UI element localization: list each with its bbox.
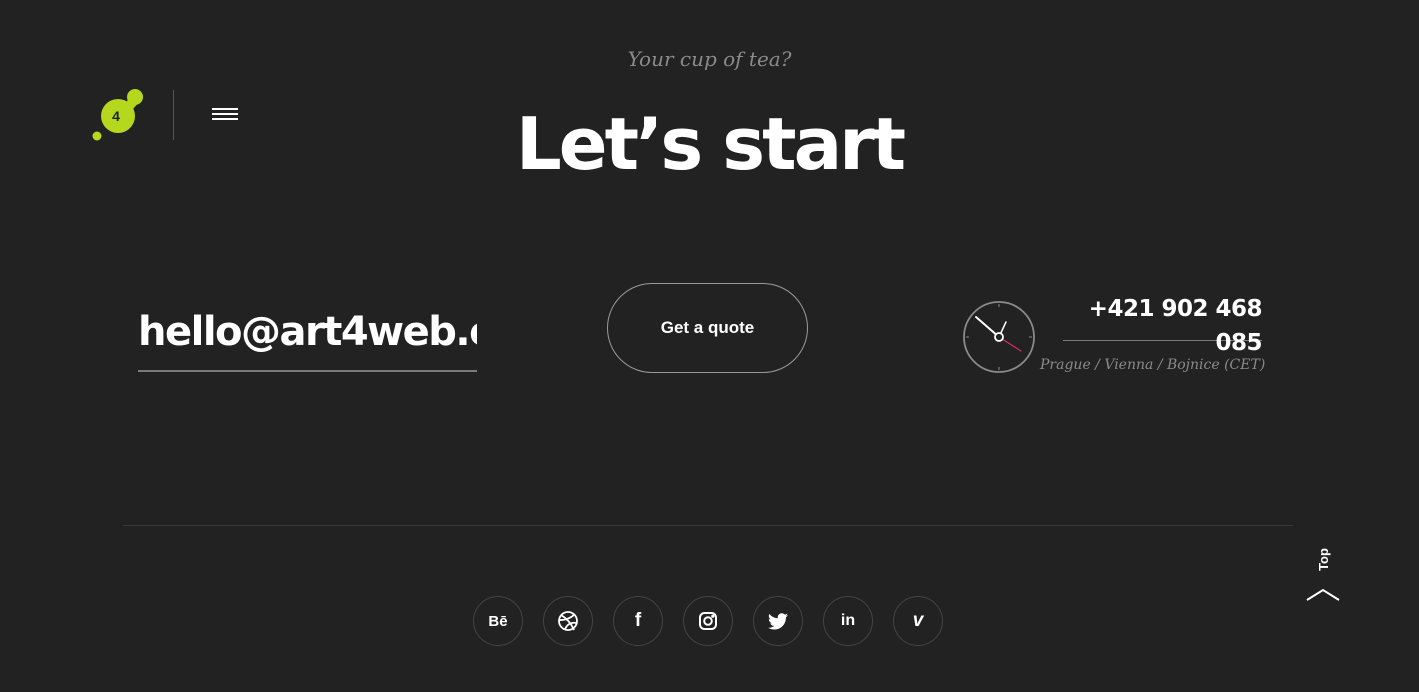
behance-icon[interactable]: Bē	[473, 596, 523, 646]
page-title: Let’s start	[515, 102, 906, 186]
chevron-up-icon	[1306, 588, 1340, 601]
back-to-top-button[interactable]: Top	[1303, 540, 1343, 610]
social-links: Bē f in v	[473, 596, 943, 646]
behance-icon-glyph: Bē	[488, 612, 508, 630]
linkedin-icon[interactable]: in	[823, 596, 873, 646]
facebook-icon[interactable]: f	[613, 596, 663, 646]
top-label: Top	[1315, 547, 1331, 571]
clock-icon	[963, 301, 1035, 373]
vimeo-icon[interactable]: v	[893, 596, 943, 646]
instagram-icon[interactable]	[683, 596, 733, 646]
location-text: Prague / Vienna / Bojnice (CET)	[1040, 357, 1266, 373]
linkedin-icon-glyph: in	[840, 612, 856, 629]
phone-number[interactable]: +421 902 468 085	[1063, 292, 1263, 356]
tagline: Your cup of tea?	[627, 47, 792, 71]
twitter-icon[interactable]	[753, 596, 803, 646]
email-link[interactable]: hello@art4web.co	[138, 304, 477, 372]
facebook-icon-glyph: f	[634, 610, 642, 631]
footer-divider	[123, 525, 1293, 526]
dribbble-icon[interactable]	[543, 596, 593, 646]
vimeo-icon-glyph: v	[912, 610, 924, 631]
top-label-wrap: Top	[1313, 544, 1333, 574]
get-a-quote-button[interactable]: Get a quote	[607, 283, 808, 373]
